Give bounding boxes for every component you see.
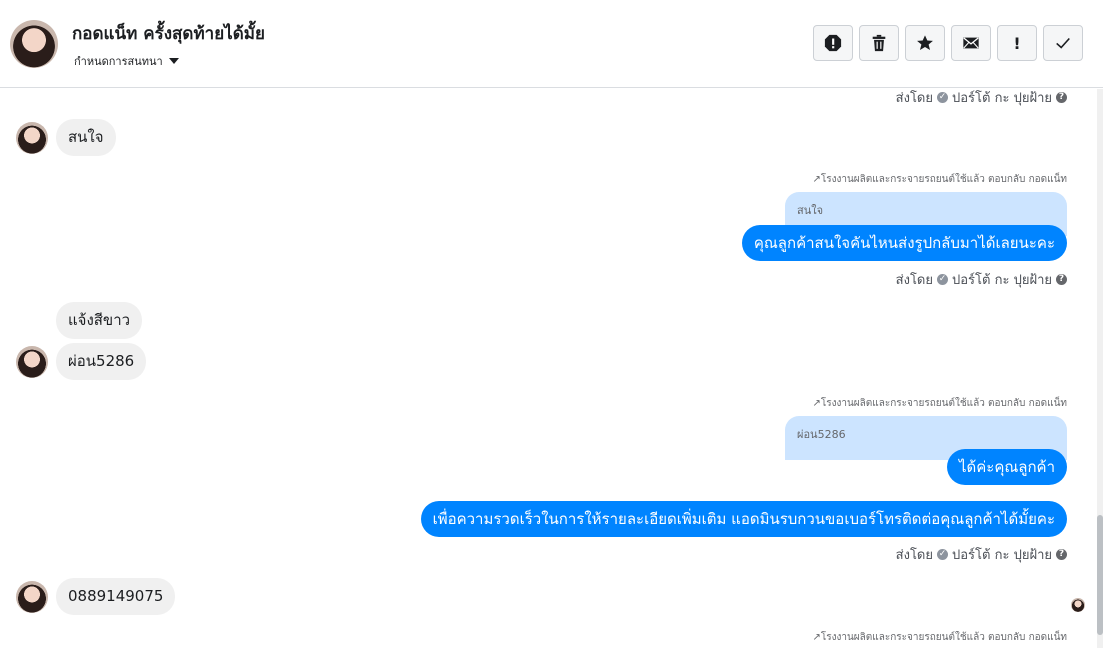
quoted-message-text: ผ่อน5286 [797, 428, 846, 441]
sender-avatar[interactable] [16, 345, 48, 378]
conversation-status-dropdown[interactable]: กำหนดการสนทนา [74, 52, 179, 70]
reply-label: ↗โรงงานผลิตและกระจายรถยนต์ใช้แล้ว ตอบกลั… [812, 172, 1067, 187]
reply-label: ↗โรงงานผลิตและกระจายรถยนต์ใช้แล้ว ตอบกลั… [812, 630, 1067, 645]
sender-avatar[interactable] [16, 580, 48, 613]
outgoing-message[interactable]: คุณลูกค้าสนใจคันไหนส่งรูปกลับมาได้เลยนะค… [741, 225, 1067, 261]
sent-by-line: ส่งโดย ✓ ปอร์โต้ กะ ปุยฝ้าย ? [896, 544, 1067, 565]
quoted-message-text: สนใจ [797, 204, 824, 217]
verified-check-icon: ✓ [937, 549, 948, 560]
sent-by-prefix: ส่งโดย [895, 91, 933, 106]
sent-by-name[interactable]: ปอร์โต้ กะ ปุยฝ้าย [952, 87, 1052, 108]
help-icon[interactable]: ? [1056, 549, 1067, 560]
incoming-message-row: ผ่อน5286 [16, 343, 147, 380]
scrollbar-thumb[interactable] [1097, 515, 1103, 635]
read-receipt-avatar [1071, 598, 1085, 612]
trash-icon [872, 34, 886, 52]
reply-arrow-icon: ↗ [812, 398, 821, 409]
sent-by-line: ส่งโดย ✓ ปอร์โต้ กะ ปุยฝ้าย ? [896, 269, 1067, 290]
reply-label-text: โรงงานผลิตและกระจายรถยนต์ใช้แล้ว ตอบกลับ… [820, 632, 1067, 643]
reply-label-text: โรงงานผลิตและกระจายรถยนต์ใช้แล้ว ตอบกลับ… [820, 174, 1067, 185]
incoming-message[interactable]: สนใจ [56, 119, 116, 156]
reply-label: ↗โรงงานผลิตและกระจายรถยนต์ใช้แล้ว ตอบกลั… [812, 396, 1067, 411]
incoming-message[interactable]: แจ้งสีขาว [56, 302, 143, 339]
conversation-status-label: กำหนดการสนทนา [74, 55, 163, 68]
mark-done-button[interactable] [1043, 25, 1083, 61]
reply-arrow-icon: ↗ [812, 632, 821, 643]
mark-unread-button[interactable] [951, 25, 991, 61]
conversation-title[interactable]: กอดแน็ท ครั้งสุดท้ายได้มั้ย [72, 20, 265, 47]
incoming-message[interactable]: ผ่อน5286 [56, 343, 147, 380]
report-button[interactable] [813, 25, 853, 61]
help-icon[interactable]: ? [1056, 92, 1067, 103]
sender-avatar[interactable] [16, 121, 48, 154]
incoming-message-row: 0889149075 [16, 578, 176, 615]
conversation-header: กอดแน็ท ครั้งสุดท้ายได้มั้ย กำหนดการสนทน… [0, 0, 1103, 88]
incoming-message-row: สนใจ [16, 119, 116, 156]
help-icon[interactable]: ? [1056, 274, 1067, 285]
outgoing-message[interactable]: เพื่อความรวดเร็วในการให้รายละเอียดเพิ่มเ… [420, 501, 1067, 537]
delete-button[interactable] [859, 25, 899, 61]
conversation-toolbar: ! [813, 25, 1083, 61]
caret-down-icon [168, 58, 179, 64]
sent-by-line: ส่งโดย ✓ ปอร์โต้ กะ ปุยฝ้าย ? [896, 87, 1067, 108]
sent-by-prefix: ส่งโดย [895, 273, 933, 288]
contact-avatar[interactable] [10, 20, 58, 68]
reply-label-text: โรงงานผลิตและกระจายรถยนต์ใช้แล้ว ตอบกลับ… [820, 398, 1067, 409]
outgoing-message[interactable]: ได้ค่ะคุณลูกค้า [946, 449, 1067, 485]
exclamation-icon: ! [1013, 33, 1021, 53]
reply-arrow-icon: ↗ [812, 174, 821, 185]
incoming-message[interactable]: 0889149075 [56, 578, 176, 615]
spam-button[interactable]: ! [997, 25, 1037, 61]
report-icon [824, 34, 842, 52]
incoming-message-row: แจ้งสีขาว [16, 302, 143, 339]
sent-by-name[interactable]: ปอร์โต้ กะ ปุยฝ้าย [952, 269, 1052, 290]
check-icon [1056, 37, 1070, 49]
sent-by-prefix: ส่งโดย [895, 548, 933, 563]
sent-by-name[interactable]: ปอร์โต้ กะ ปุยฝ้าย [952, 544, 1052, 565]
star-icon [917, 35, 933, 51]
verified-check-icon: ✓ [937, 274, 948, 285]
mail-icon [963, 37, 979, 49]
star-button[interactable] [905, 25, 945, 61]
verified-check-icon: ✓ [937, 92, 948, 103]
